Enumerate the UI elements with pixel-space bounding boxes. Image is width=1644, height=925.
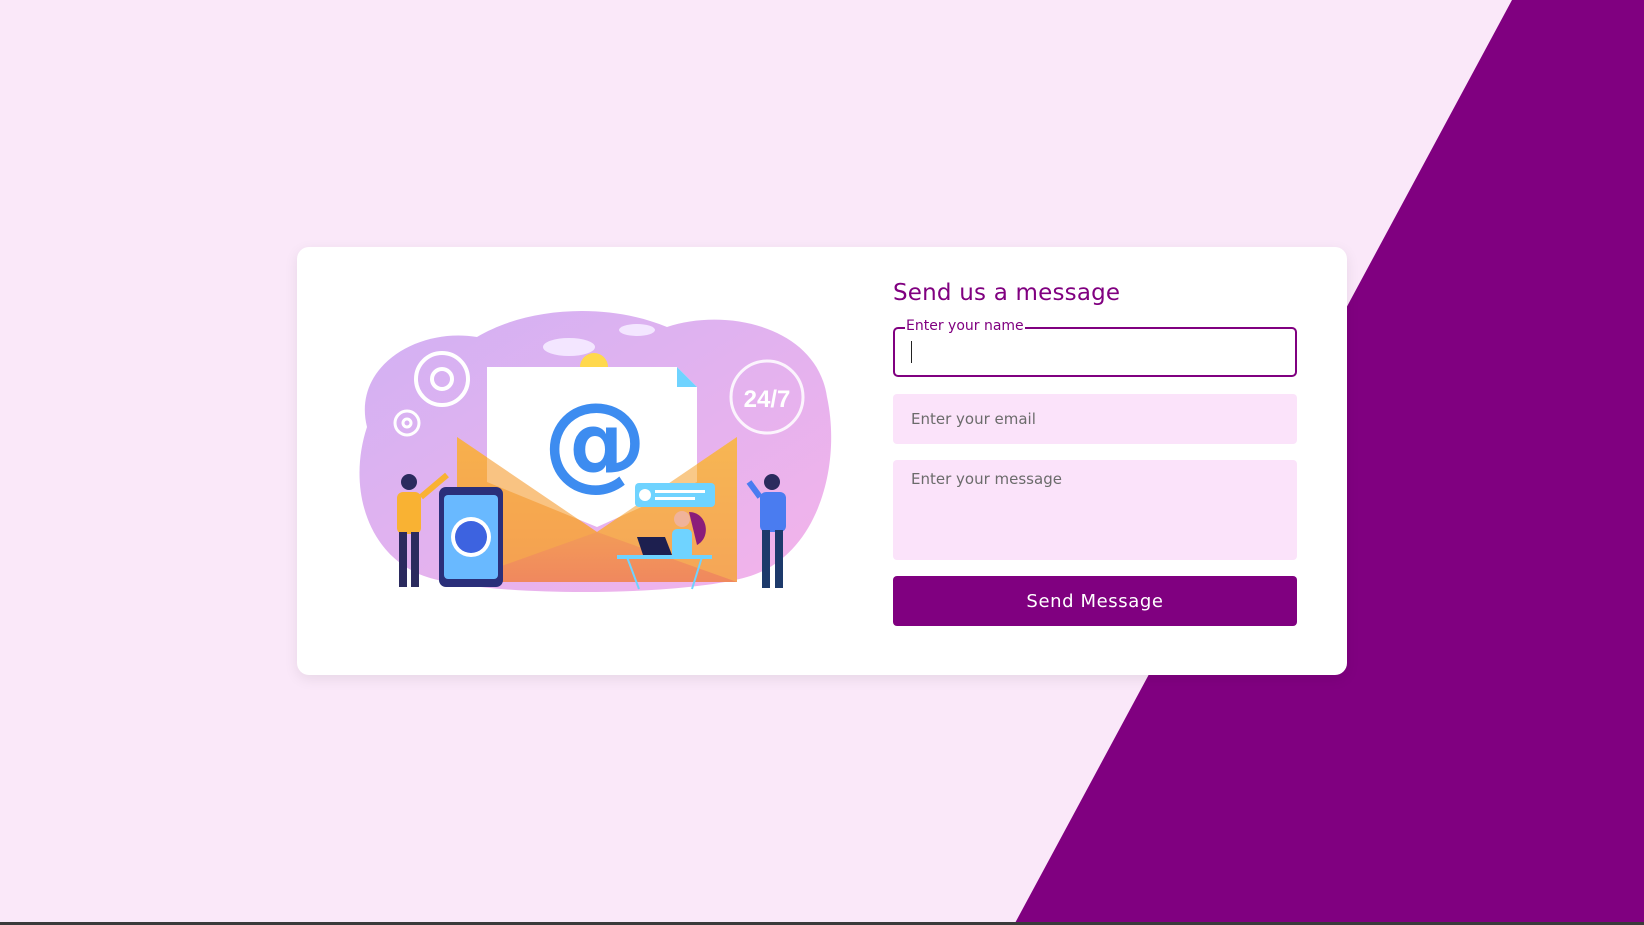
cloud-right xyxy=(619,324,655,336)
form-title: Send us a message xyxy=(893,280,1121,306)
contact-form: Send us a message Enter your name Send M… xyxy=(893,277,1297,626)
at-sign-icon: @ xyxy=(543,380,647,502)
contact-card: 24/7 @ Send us a message Enter your name… xyxy=(297,247,1347,675)
name-field[interactable]: Enter your name xyxy=(893,319,1297,377)
message-input[interactable] xyxy=(893,460,1297,560)
send-message-button[interactable]: Send Message xyxy=(893,576,1297,626)
chat-bubble-icon xyxy=(635,483,715,507)
phone-icon xyxy=(439,487,503,587)
text-caret xyxy=(911,341,912,363)
contact-illustration: 24/7 @ xyxy=(359,310,832,592)
name-input-box[interactable] xyxy=(893,327,1297,377)
name-field-label: Enter your name xyxy=(905,318,1025,334)
svg-text:24/7: 24/7 xyxy=(744,386,791,413)
cloud-left xyxy=(543,338,595,356)
email-input[interactable] xyxy=(893,394,1297,444)
